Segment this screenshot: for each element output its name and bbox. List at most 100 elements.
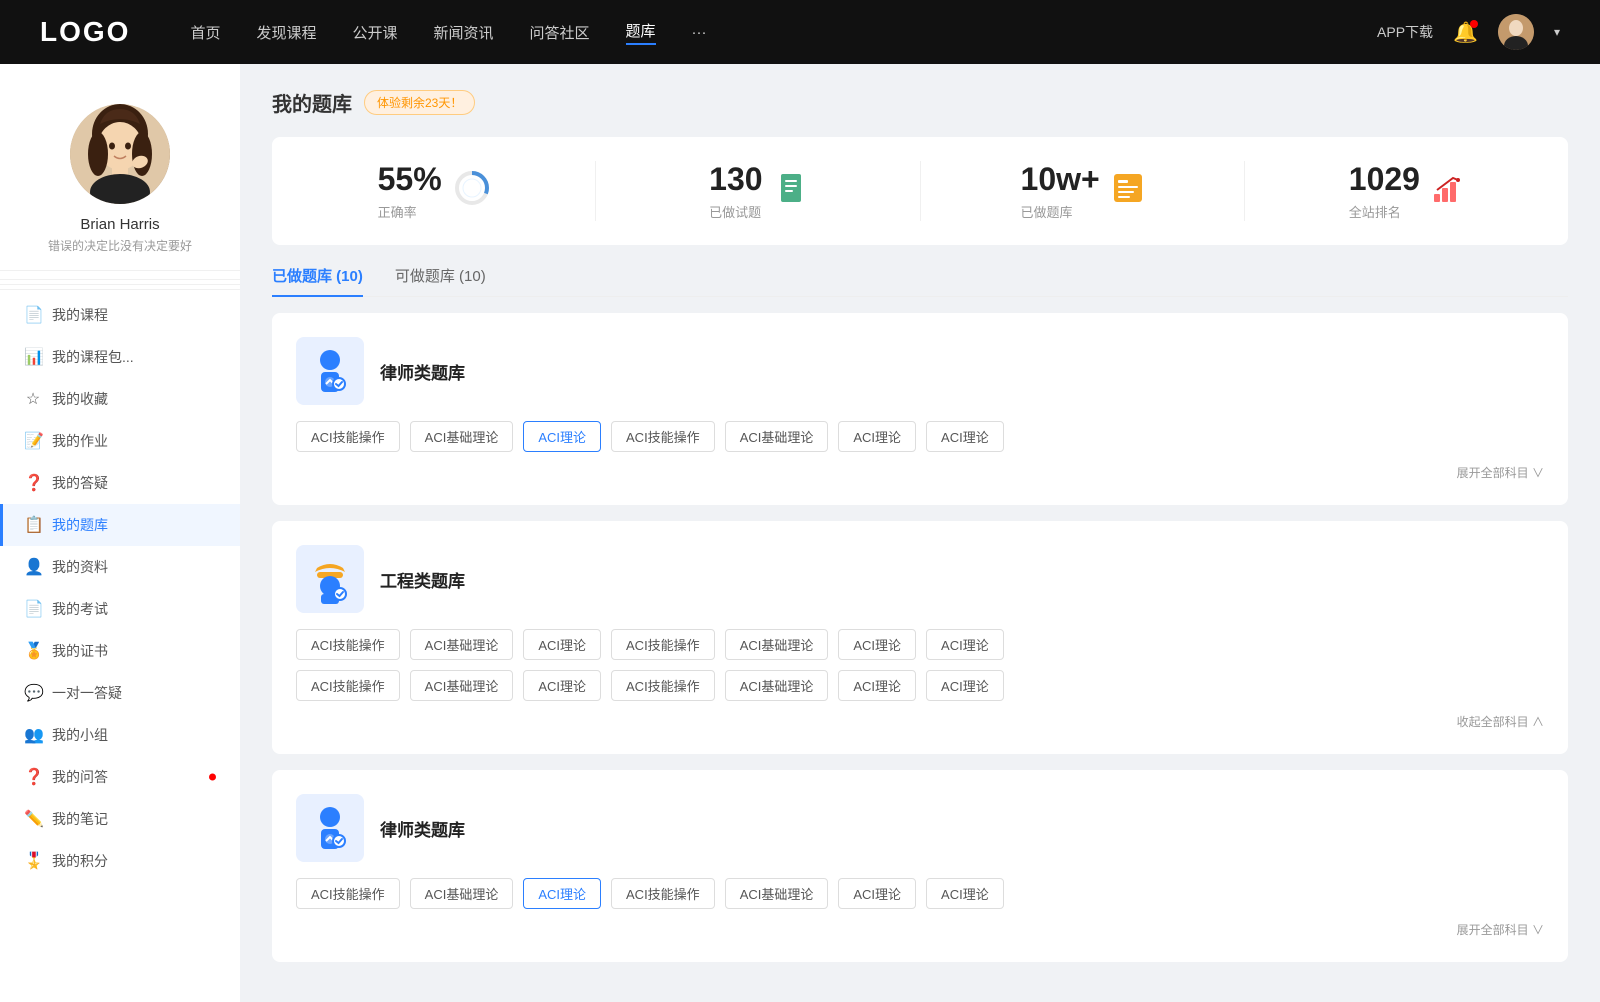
nav-item-新闻资讯[interactable]: 新闻资讯 [434, 22, 494, 43]
tag-1-1-2[interactable]: ACI理论 [523, 670, 601, 701]
tag-0-4[interactable]: ACI基础理论 [725, 421, 829, 452]
sidebar-motto: 错误的决定比没有决定要好 [48, 237, 192, 254]
tag-1-1-0[interactable]: ACI技能操作 [296, 670, 400, 701]
main-content: 我的题库 体验剩余23天！ 55% 正确率 [240, 64, 1600, 1002]
navbar-right: APP下载 🔔 ▾ [1377, 14, 1560, 50]
bank-name-0: 律师类题库 [380, 359, 465, 384]
tag-1-1-5[interactable]: ACI理论 [838, 670, 916, 701]
menu-label-1: 我的课程包... [52, 347, 134, 367]
tag-1-1-4[interactable]: ACI基础理论 [725, 670, 829, 701]
tag-2-0[interactable]: ACI技能操作 [296, 878, 400, 909]
logo[interactable]: LOGO [40, 16, 130, 48]
menu-label-0: 我的课程 [52, 305, 108, 325]
app-download-link[interactable]: APP下载 [1377, 22, 1433, 42]
menu-label-5: 我的题库 [52, 515, 108, 535]
stats-row: 55% 正确率 130 已做试题 [272, 137, 1568, 245]
sidebar-menu-item-11[interactable]: ❓我的问答 [0, 756, 240, 798]
tag-0-2[interactable]: ACI理论 [523, 421, 601, 452]
avatar-chevron[interactable]: ▾ [1554, 25, 1560, 39]
tag-1-0-4[interactable]: ACI基础理论 [725, 629, 829, 660]
tag-2-2[interactable]: ACI理论 [523, 878, 601, 909]
sidebar-menu-item-8[interactable]: 🏅我的证书 [0, 630, 240, 672]
expand-btn-0[interactable]: 展开全部科目 ∨ [1457, 464, 1544, 481]
avatar[interactable] [1498, 14, 1534, 50]
menu-label-7: 我的考试 [52, 599, 108, 619]
menu-label-6: 我的资料 [52, 557, 108, 577]
tag-0-6[interactable]: ACI理论 [926, 421, 1004, 452]
bank-footer-0: 展开全部科目 ∨ [296, 464, 1544, 481]
menu-label-3: 我的作业 [52, 431, 108, 451]
layout: Brian Harris 错误的决定比没有决定要好 📄我的课程📊我的课程包...… [0, 64, 1600, 1002]
sidebar-menu: 📄我的课程📊我的课程包...☆我的收藏📝我的作业❓我的答疑📋我的题库👤我的资料📄… [0, 294, 240, 882]
menu-icon-10: 👥 [24, 725, 42, 745]
nav-item-题库[interactable]: 题库 [626, 20, 656, 45]
tags-row-1-1: ACI技能操作 ACI基础理论 ACI理论 ACI技能操作 ACI基础理论 ACI理论 AC… [296, 670, 1544, 701]
sidebar-menu-item-2[interactable]: ☆我的收藏 [0, 378, 240, 420]
profile-avatar [70, 104, 170, 204]
list-icon [1112, 172, 1144, 211]
tag-1-0-5[interactable]: ACI理论 [838, 629, 916, 660]
sidebar-username: Brian Harris [80, 216, 159, 233]
sidebar-menu-item-4[interactable]: ❓我的答疑 [0, 462, 240, 504]
menu-label-12: 我的笔记 [52, 809, 108, 829]
stat-done-banks-label: 已做题库 [1021, 202, 1100, 221]
tag-0-1[interactable]: ACI基础理论 [410, 421, 514, 452]
tag-1-1-3[interactable]: ACI技能操作 [611, 670, 715, 701]
bank-card-0: 律师类题库ACI技能操作ACI基础理论ACI理论ACI技能操作ACI基础理论AC… [272, 313, 1568, 505]
tags-row-1-0: ACI技能操作 ACI基础理论 ACI理论 ACI技能操作 ACI基础理论 ACI理论 AC… [296, 629, 1544, 660]
tag-2-3[interactable]: ACI技能操作 [611, 878, 715, 909]
sidebar-menu-item-13[interactable]: 🎖️我的积分 [0, 840, 240, 882]
sidebar-menu-item-7[interactable]: 📄 我的考试 [0, 588, 240, 630]
sidebar-menu-item-9[interactable]: 💬一对一答疑 [0, 672, 240, 714]
sidebar-menu-item-10[interactable]: 👥我的小组 [0, 714, 240, 756]
navbar: LOGO 首页 发现课程 公开课 新闻资讯 问答社区 题库 ··· APP下载 🔔 ▾ [0, 0, 1600, 64]
nav-item-···[interactable]: ··· [692, 24, 707, 41]
tab-0[interactable]: 已做题库 (10) [272, 265, 363, 296]
menu-icon-4: ❓ [24, 473, 42, 493]
tag-1-0-6[interactable]: ACI理论 [926, 629, 1004, 660]
stat-accuracy: 55% 正确率 [272, 161, 596, 221]
nav-item-首页[interactable]: 首页 [190, 22, 220, 43]
tag-1-0-1[interactable]: ACI基础理论 [410, 629, 514, 660]
tag-1-1-6[interactable]: ACI理论 [926, 670, 1004, 701]
tag-0-5[interactable]: ACI理论 [838, 421, 916, 452]
sidebar-menu-item-6[interactable]: 👤 我的资料 [0, 546, 240, 588]
sidebar-menu-item-1[interactable]: 📊我的课程包... [0, 336, 240, 378]
menu-label-2: 我的收藏 [52, 389, 108, 409]
menu-label-8: 我的证书 [52, 641, 108, 661]
tags-row-0: ACI技能操作 ACI基础理论 ACI理论 ACI技能操作 ACI基础理论 ACI理论 AC… [296, 421, 1544, 452]
tag-1-0-0[interactable]: ACI技能操作 [296, 629, 400, 660]
nav-item-公开课[interactable]: 公开课 [352, 22, 397, 43]
bank-name-1: 工程类题库 [380, 567, 465, 592]
menu-icon-7: 📄 [24, 599, 42, 619]
menu-label-9: 一对一答疑 [52, 683, 122, 703]
tag-2-1[interactable]: ACI基础理论 [410, 878, 514, 909]
nav-item-发现课程[interactable]: 发现课程 [256, 22, 316, 43]
menu-label-13: 我的积分 [52, 851, 108, 871]
bank-card-header-1: 工程类题库 [296, 545, 1544, 613]
tag-1-0-2[interactable]: ACI理论 [523, 629, 601, 660]
sidebar-menu-item-12[interactable]: ✏️ 我的笔记 [0, 798, 240, 840]
sidebar-menu-item-0[interactable]: 📄我的课程 [0, 294, 240, 336]
nav-item-问答社区[interactable]: 问答社区 [530, 22, 590, 43]
tag-2-4[interactable]: ACI基础理论 [725, 878, 829, 909]
tag-0-0[interactable]: ACI技能操作 [296, 421, 400, 452]
sidebar-profile: Brian Harris 错误的决定比没有决定要好 [0, 84, 240, 271]
tag-1-0-3[interactable]: ACI技能操作 [611, 629, 715, 660]
sidebar-menu-item-5[interactable]: 📋我的题库 [0, 504, 240, 546]
tag-1-1-1[interactable]: ACI基础理论 [410, 670, 514, 701]
expand-btn-1[interactable]: 收起全部科目 ∧ [1457, 713, 1544, 730]
ranking-chart-icon [1432, 172, 1464, 211]
bank-footer-1: 收起全部科目 ∧ [296, 713, 1544, 730]
bank-icon-0 [296, 337, 364, 405]
page-header: 我的题库 体验剩余23天！ [272, 88, 1568, 117]
tag-0-3[interactable]: ACI技能操作 [611, 421, 715, 452]
tag-2-5[interactable]: ACI理论 [838, 878, 916, 909]
notification-bell[interactable]: 🔔 [1453, 20, 1478, 45]
sidebar-menu-item-3[interactable]: 📝我的作业 [0, 420, 240, 462]
menu-icon-12: ✏️ [24, 809, 42, 829]
menu-icon-6: 👤 [24, 557, 42, 577]
tag-2-6[interactable]: ACI理论 [926, 878, 1004, 909]
expand-btn-2[interactable]: 展开全部科目 ∨ [1457, 921, 1544, 938]
tab-1[interactable]: 可做题库 (10) [395, 265, 486, 296]
